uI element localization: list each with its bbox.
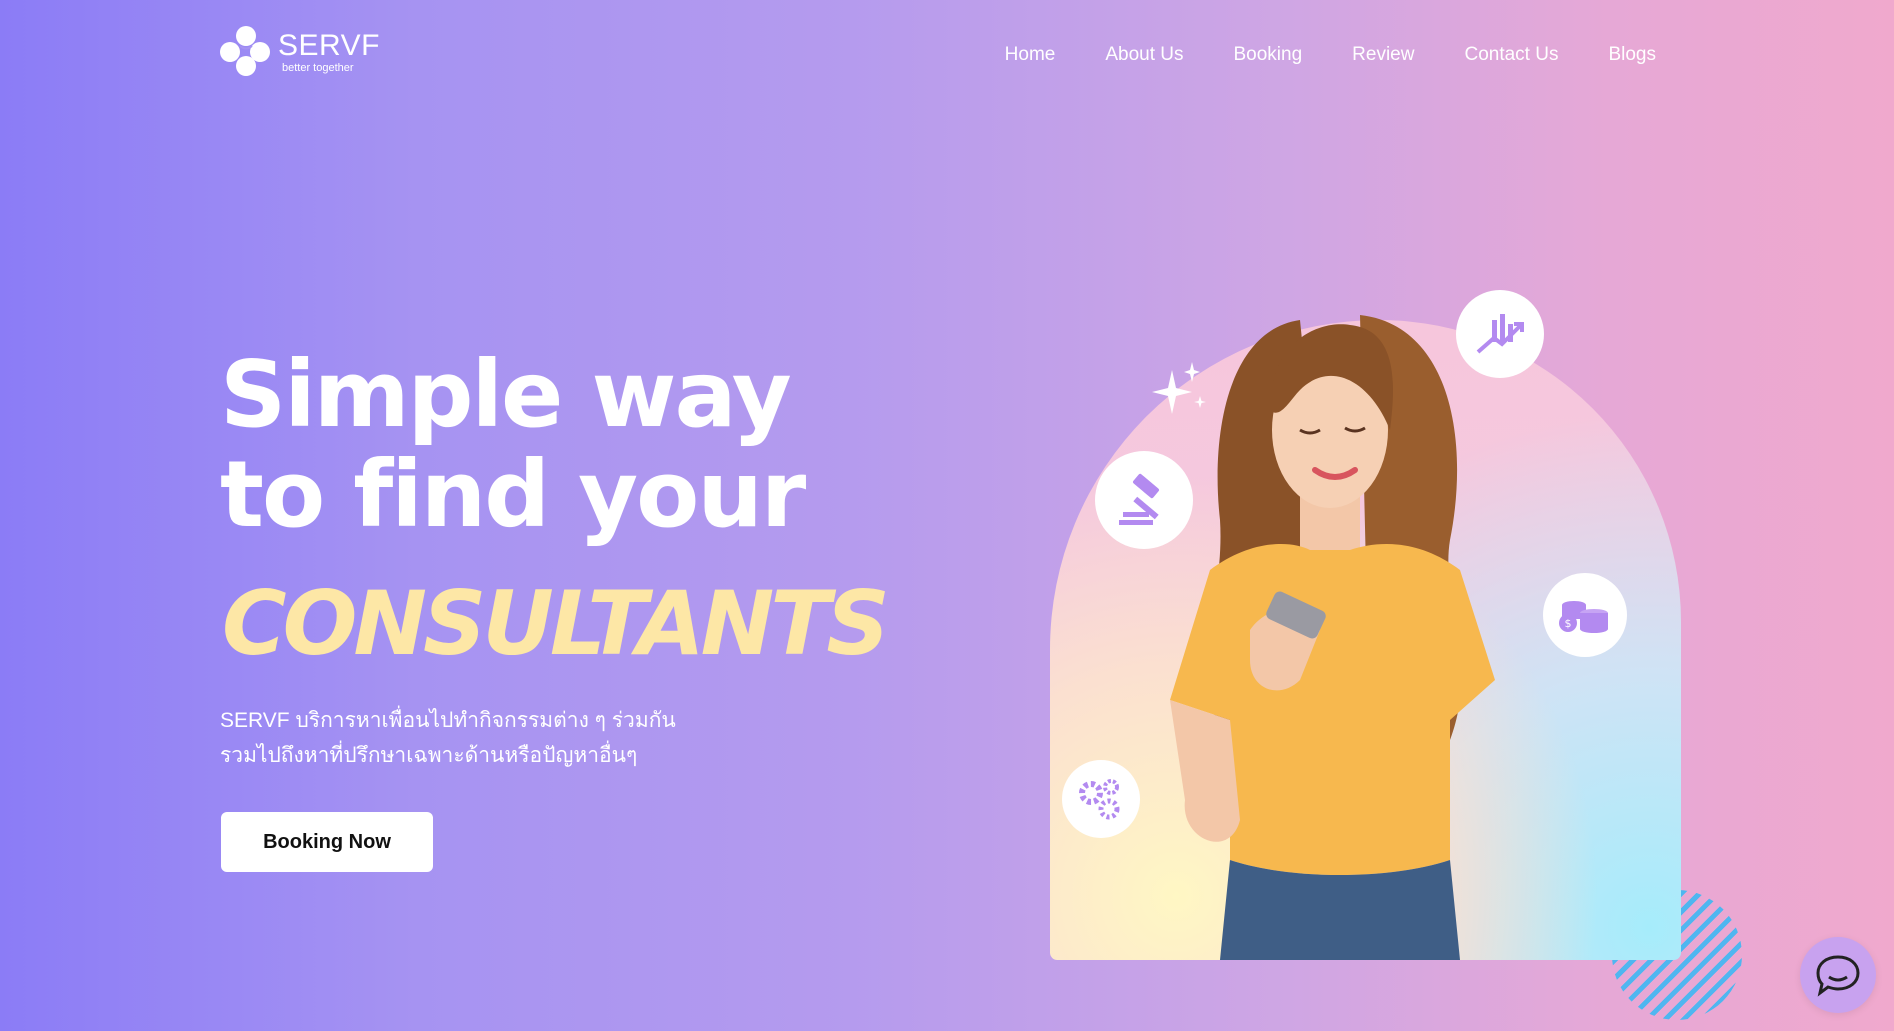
hero-headline: Simple way to find your [220,341,806,548]
brand-logo[interactable]: SERVF better together [220,26,380,78]
nav-booking[interactable]: Booking [1234,44,1303,66]
headline-line-1: Simple way [220,341,792,448]
nav-blogs[interactable]: Blogs [1608,44,1656,66]
coins-icon: $ [1543,573,1627,657]
brand-name: SERVF [278,28,380,62]
chat-bubble-icon [1816,955,1860,997]
chat-button[interactable] [1800,937,1876,1013]
growth-chart-icon [1456,290,1544,378]
nav-review[interactable]: Review [1352,44,1414,66]
nav-home[interactable]: Home [1005,44,1056,66]
gavel-icon [1095,451,1193,549]
headline-line-2: to find your [220,441,806,548]
hero-description: SERVF บริการหาเพื่อนไปทำกิจกรรมต่าง ๆ ร่… [220,703,740,773]
hero-highlight: CONSULTANTS [222,572,890,675]
gears-icon [1062,760,1140,838]
brand-tagline: better together [282,61,354,74]
description-line-2: รวมไปถึงหาที่ปรึกษาเฉพาะด้านหรือปัญหาอื่… [220,744,638,767]
nav-about-us[interactable]: About Us [1105,44,1183,66]
booking-now-button[interactable]: Booking Now [221,812,433,872]
main-nav: Home About Us Booking Review Contact Us … [1005,44,1656,66]
sparkle-icon [1152,362,1206,414]
svg-text:$: $ [1565,617,1572,630]
logo-icon [220,26,272,78]
nav-contact-us[interactable]: Contact Us [1464,44,1558,66]
description-line-1: SERVF บริการหาเพื่อนไปทำกิจกรรมต่าง ๆ ร่… [220,709,676,732]
